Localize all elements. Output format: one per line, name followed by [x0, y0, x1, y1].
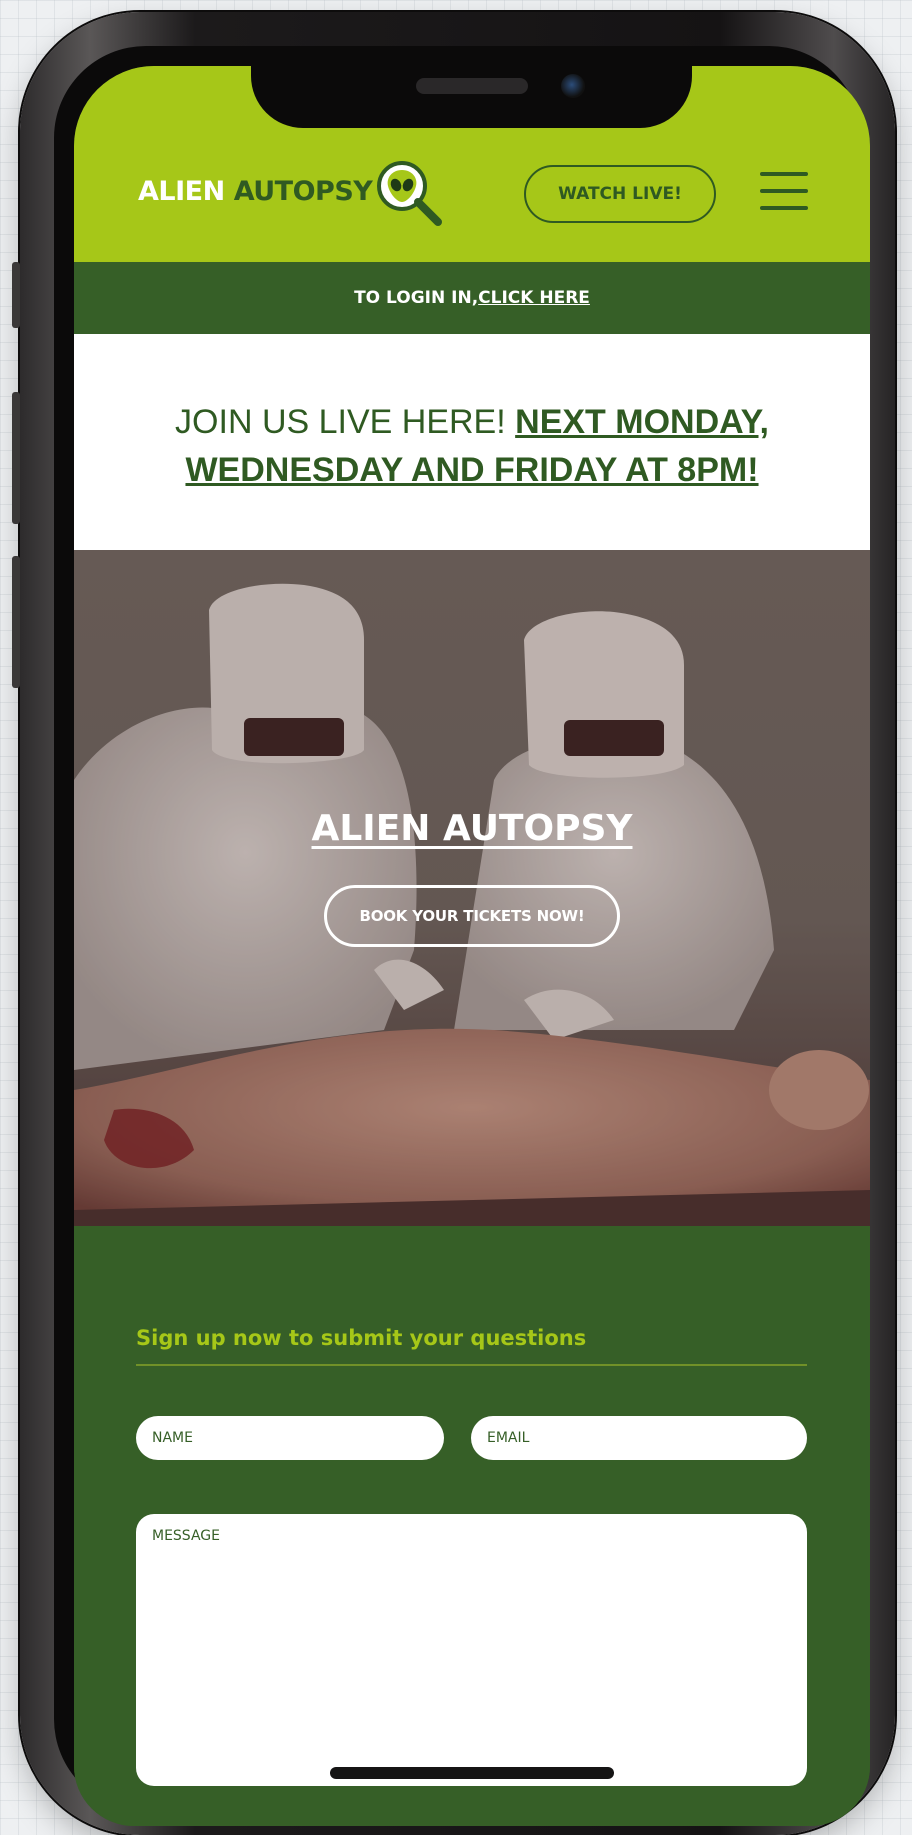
- phone-notch: [251, 66, 692, 128]
- login-prefix: TO LOGIN IN,: [354, 288, 479, 308]
- watch-live-button[interactable]: WATCH LIVE!: [524, 165, 716, 223]
- menu-line: [760, 189, 808, 193]
- alien-magnifier-icon: [374, 160, 448, 234]
- front-camera: [561, 74, 585, 98]
- hero-banner: ALIEN AUTOPSY BOOK YOUR TICKETS NOW!: [74, 550, 870, 1226]
- mute-switch: [12, 262, 20, 328]
- message-textarea[interactable]: MESSAGE: [136, 1514, 807, 1786]
- menu-line: [760, 206, 808, 210]
- speaker-grille: [416, 78, 528, 94]
- hero-title-text: ALIEN AUTOPSY: [311, 808, 633, 849]
- form-divider: [136, 1364, 807, 1366]
- login-bar: TO LOGIN IN, CLICK HERE: [74, 262, 870, 334]
- book-tickets-button[interactable]: BOOK YOUR TICKETS NOW!: [324, 885, 620, 947]
- phone-screen: ALIEN AUTOPSY WATCH LIVE! TO LOGIN IN, C…: [74, 66, 870, 1826]
- hero-title: ALIEN AUTOPSY: [74, 808, 870, 849]
- site-logo[interactable]: ALIEN AUTOPSY: [138, 156, 448, 226]
- logo-word-alien: ALIEN: [138, 175, 225, 207]
- logo-word-autopsy: AUTOPSY: [233, 175, 373, 207]
- volume-up-button: [12, 392, 20, 524]
- login-link[interactable]: CLICK HERE: [478, 288, 590, 308]
- signup-form: Sign up now to submit your questions NAM…: [74, 1226, 870, 1826]
- announcement-text: JOIN US LIVE HERE!: [175, 403, 516, 441]
- hamburger-menu-icon[interactable]: [760, 172, 808, 210]
- home-indicator[interactable]: [330, 1767, 614, 1779]
- name-input[interactable]: NAME: [136, 1416, 444, 1460]
- volume-down-button: [12, 556, 20, 688]
- email-input[interactable]: EMAIL: [471, 1416, 807, 1460]
- schedule-announcement: JOIN US LIVE HERE! NEXT MONDAY, WEDNESDA…: [74, 334, 870, 550]
- form-heading: Sign up now to submit your questions: [136, 1326, 587, 1350]
- menu-line: [760, 172, 808, 176]
